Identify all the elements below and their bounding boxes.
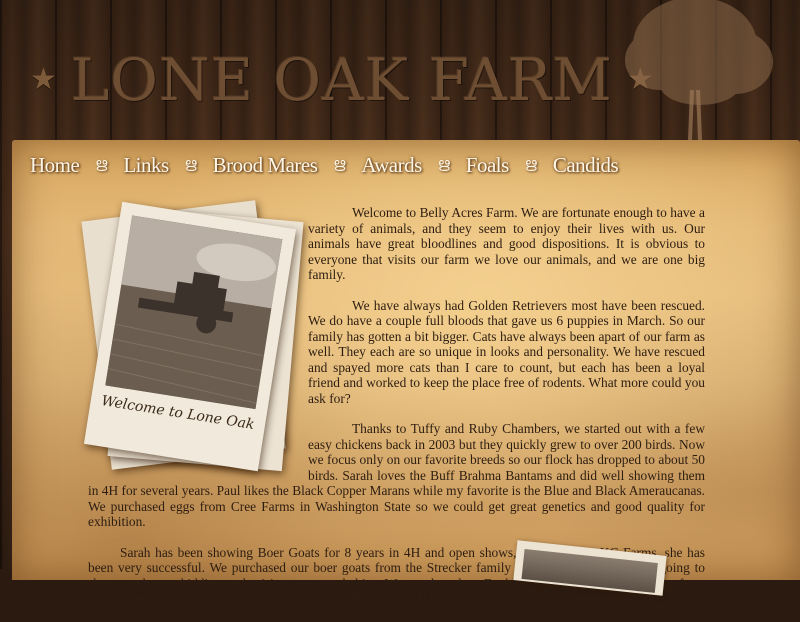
nav-foals-link[interactable]: Foals xyxy=(466,153,510,178)
logo-text: LONE OAK FARM xyxy=(70,46,613,114)
nav-candids-link[interactable]: Candids xyxy=(553,153,619,178)
swirl-separator-icon: ഋ xyxy=(184,157,197,172)
swirl-separator-icon: ഋ xyxy=(524,157,537,172)
photo-float-spacer xyxy=(88,205,308,471)
swirl-separator-icon: ഋ xyxy=(333,157,346,172)
swirl-separator-icon: ഋ xyxy=(437,157,450,172)
main-nav: Home ഋ Links ഋ Brood Mares ഋ Awards ഋ Fo… xyxy=(30,150,619,180)
nav-home-link[interactable]: Home xyxy=(30,153,80,178)
site-logo[interactable]: ★ LONE OAK FARM ★ xyxy=(30,45,654,115)
nav-links-link[interactable]: Links xyxy=(123,153,169,178)
nav-brood-mares-link[interactable]: Brood Mares xyxy=(213,153,318,178)
star-icon: ★ xyxy=(30,63,57,96)
nav-awards-link[interactable]: Awards xyxy=(361,153,422,178)
swirl-separator-icon: ഋ xyxy=(95,157,108,172)
